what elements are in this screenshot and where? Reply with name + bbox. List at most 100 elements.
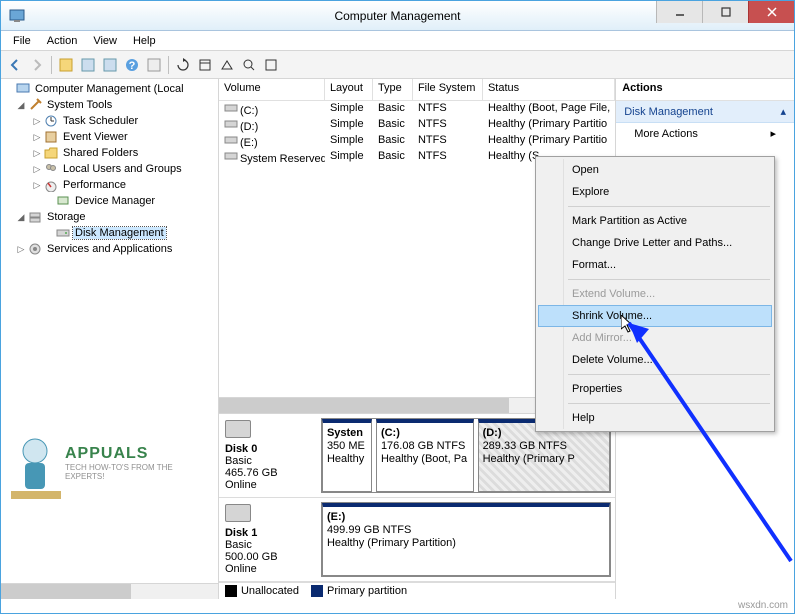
partition-c[interactable]: (C:) 176.08 GB NTFS Healthy (Boot, Pa (376, 419, 474, 492)
expand-icon[interactable]: ▷ (31, 164, 43, 175)
menu-help[interactable]: Help (125, 33, 164, 49)
expand-icon[interactable]: ▷ (15, 244, 27, 255)
toolbar: ? (1, 51, 794, 79)
ctx-open[interactable]: Open (538, 159, 772, 181)
toolbar-button-extra[interactable] (144, 55, 164, 75)
disk-info[interactable]: Disk 0 Basic 465.76 GB Online (223, 418, 315, 493)
refresh-button[interactable] (173, 55, 193, 75)
svg-text:?: ? (129, 60, 136, 72)
storage-icon (27, 209, 43, 225)
device-icon (55, 193, 71, 209)
context-sep (568, 279, 770, 280)
volume-row[interactable]: (D:) Simple Basic NTFS Healthy (Primary … (219, 117, 615, 133)
tree-storage[interactable]: ◢ Storage (1, 209, 218, 225)
ctx-help[interactable]: Help (538, 407, 772, 429)
tree-root[interactable]: Computer Management (Local (1, 81, 218, 97)
ctx-extend: Extend Volume... (538, 283, 772, 305)
maximize-button[interactable] (702, 1, 748, 23)
tree-local-users[interactable]: ▷ Local Users and Groups (1, 161, 218, 177)
tree-pane: Computer Management (Local ◢ System Tool… (1, 79, 219, 599)
help-button[interactable]: ? (122, 55, 142, 75)
ctx-delete[interactable]: Delete Volume... (538, 349, 772, 371)
legend-swatch-unallocated (225, 585, 237, 597)
collapse-icon[interactable]: ◢ (15, 212, 27, 223)
view-button-1[interactable] (78, 55, 98, 75)
disk-icon (225, 420, 251, 438)
actions-more[interactable]: More Actions ▸ (616, 123, 794, 144)
drive-icon (224, 150, 238, 162)
legend-swatch-primary (311, 585, 323, 597)
menubar: File Action View Help (1, 31, 794, 51)
clock-icon (43, 113, 59, 129)
legend: Unallocated Primary partition (219, 582, 615, 599)
tree-disk-management[interactable]: Disk Management (1, 225, 218, 241)
toolbar-icon-b[interactable] (239, 55, 259, 75)
tree-hscrollbar[interactable] (1, 583, 218, 599)
ctx-format[interactable]: Format... (538, 254, 772, 276)
minimize-button[interactable] (656, 1, 702, 23)
back-button[interactable] (5, 55, 25, 75)
volume-row[interactable]: (E:) Simple Basic NTFS Healthy (Primary … (219, 133, 615, 149)
forward-button[interactable] (27, 55, 47, 75)
disk-layout: Disk 0 Basic 465.76 GB Online Systen 350… (219, 413, 615, 599)
tree-system-tools[interactable]: ◢ System Tools (1, 97, 218, 113)
col-layout[interactable]: Layout (325, 79, 373, 100)
ctx-explore[interactable]: Explore (538, 181, 772, 203)
titlebar: Computer Management (1, 1, 794, 31)
close-button[interactable] (748, 1, 794, 23)
ctx-shrink[interactable]: Shrink Volume... (538, 305, 772, 327)
show-hide-tree-button[interactable] (56, 55, 76, 75)
folder-icon (43, 145, 59, 161)
users-icon (43, 161, 59, 177)
tree-performance[interactable]: ▷ Performance (1, 177, 218, 193)
toolbar-icon-c[interactable] (261, 55, 281, 75)
window-root: Computer Management File Action View Hel… (0, 0, 795, 614)
col-status[interactable]: Status (483, 79, 615, 100)
tools-icon (27, 97, 43, 113)
ctx-properties[interactable]: Properties (538, 378, 772, 400)
col-filesystem[interactable]: File System (413, 79, 483, 100)
expand-icon[interactable]: ▷ (31, 148, 43, 159)
expand-icon[interactable]: ▷ (31, 116, 43, 127)
volume-row[interactable]: (C:) Simple Basic NTFS Healthy (Boot, Pa… (219, 101, 615, 117)
context-sep (568, 374, 770, 375)
disk-icon (225, 504, 251, 522)
menu-view[interactable]: View (85, 33, 125, 49)
context-menu: Open Explore Mark Partition as Active Ch… (535, 156, 775, 432)
menu-action[interactable]: Action (39, 33, 86, 49)
drive-icon (224, 102, 238, 114)
actions-header: Actions (616, 79, 794, 101)
menu-file[interactable]: File (5, 33, 39, 49)
toolbar-icon-a[interactable] (217, 55, 237, 75)
services-icon (27, 241, 43, 257)
drive-icon (224, 134, 238, 146)
view-button-2[interactable] (100, 55, 120, 75)
performance-icon (43, 177, 59, 193)
collapse-icon[interactable]: ◢ (15, 100, 27, 111)
window-buttons (656, 1, 794, 23)
tree-event-viewer[interactable]: ▷ Event Viewer (1, 129, 218, 145)
context-sep (568, 403, 770, 404)
expand-icon[interactable]: ▷ (31, 132, 43, 143)
footer-text: wsxdn.com (738, 600, 788, 611)
disk-row-1: Disk 1 Basic 500.00 GB Online (E:) 499.9… (219, 498, 615, 582)
context-sep (568, 206, 770, 207)
ctx-change-letter[interactable]: Change Drive Letter and Paths... (538, 232, 772, 254)
col-volume[interactable]: Volume (219, 79, 325, 100)
col-type[interactable]: Type (373, 79, 413, 100)
partition-system[interactable]: Systen 350 ME Healthy (322, 419, 372, 492)
tree-services[interactable]: ▷ Services and Applications (1, 241, 218, 257)
tree-device-manager[interactable]: Device Manager (1, 193, 218, 209)
event-icon (43, 129, 59, 145)
settings-button[interactable] (195, 55, 215, 75)
expand-icon[interactable]: ▷ (31, 180, 43, 191)
tree-task-scheduler[interactable]: ▷ Task Scheduler (1, 113, 218, 129)
actions-section[interactable]: Disk Management ▴ (616, 101, 794, 123)
drive-icon (224, 118, 238, 130)
disk-info[interactable]: Disk 1 Basic 500.00 GB Online (223, 502, 315, 577)
partition-e[interactable]: (E:) 499.99 GB NTFS Healthy (Primary Par… (322, 503, 610, 576)
partition-container: (E:) 499.99 GB NTFS Healthy (Primary Par… (321, 502, 611, 577)
ctx-mark-active[interactable]: Mark Partition as Active (538, 210, 772, 232)
tree-shared-folders[interactable]: ▷ Shared Folders (1, 145, 218, 161)
submenu-arrow-icon: ▸ (770, 127, 776, 140)
